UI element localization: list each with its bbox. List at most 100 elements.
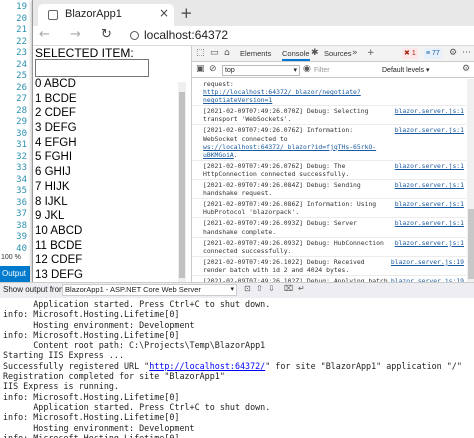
browser-tab[interactable]: BlazorApp1 × (38, 4, 174, 26)
console-message: [2021-02-09T07:49:26.086Z] Information: … (192, 199, 466, 219)
console-scroll-thumb[interactable] (468, 209, 474, 279)
previous-message-icon[interactable]: ⇧ (256, 284, 266, 295)
message-link[interactable]: ws://localhost:64372/_blazor?id=fjqTHs-6… (203, 143, 376, 159)
selected-item-label: SELECTED ITEM: (35, 46, 134, 60)
page-content: SELECTED ITEM: 0 ABCD 1 BCDE 2 CDEF 3 DEFG 4… (33, 46, 191, 282)
forward-arrow-icon[interactable]: → (70, 27, 81, 42)
new-tab-icon[interactable]: + (180, 4, 193, 22)
refresh-icon[interactable]: ↻ (101, 27, 112, 42)
more-tabs-icon[interactable]: » (352, 48, 358, 58)
line-number: 24 (16, 59, 27, 70)
error-count-badge[interactable]: ✖ 1 (402, 48, 418, 59)
list-item[interactable]: 5 FGHI (35, 150, 177, 165)
list-item[interactable]: 12 CDEF (35, 253, 177, 268)
code-editor[interactable]: 19 20 21 22 23 24 25 26 27 28 29 30 31 32 33 34 35 36 37 38… (0, 0, 34, 264)
line-number: 36 (16, 197, 27, 208)
source-link[interactable]: blazor.server.js:1 (395, 200, 464, 208)
console-message: request: http://localhost:64372/_blazor/… (192, 79, 466, 107)
tab-elements[interactable]: Elements (240, 49, 271, 58)
settings-icon[interactable]: ⚙ (449, 48, 457, 58)
line-number: 19 (16, 2, 27, 12)
output-link[interactable]: http://localhost:64372/ (149, 361, 265, 371)
list-item[interactable]: 11 BCDE (35, 239, 177, 254)
source-link[interactable]: blazor.server.js:1 (395, 126, 464, 134)
page-icon (48, 10, 58, 20)
site-info-icon[interactable] (130, 31, 139, 40)
line-number: 33 (16, 163, 27, 173)
device-toolbar-icon[interactable]: ▭ (210, 48, 219, 58)
source-link[interactable]: blazor.server.js:1 (395, 181, 464, 189)
message-link[interactable]: http://localhost:64372/_blazor/negotiate… (203, 88, 361, 104)
message-text: request: (203, 80, 238, 88)
list-item[interactable]: 2 CDEF (35, 106, 177, 121)
line-number: 32 (16, 151, 27, 162)
filter-input[interactable]: Filter (314, 65, 376, 76)
output-text-segment: Application started. Press Ctrl+C to shu… (3, 401, 271, 412)
list-item[interactable]: 4 EFGH (35, 136, 177, 151)
home-icon[interactable]: ⌂ (224, 48, 230, 58)
close-tab-icon[interactable]: × (159, 6, 169, 20)
clear-all-icon[interactable]: ⌧ (284, 284, 294, 295)
list-scrollbar[interactable] (178, 82, 186, 282)
output-text-segment: info: Microsoft.Hosting.Lifetime[0] (3, 432, 180, 438)
line-number: 35 (16, 186, 27, 196)
list-item[interactable]: 3 DEFG (35, 121, 177, 136)
find-icon[interactable]: ⊡ (244, 284, 254, 295)
source-link[interactable]: blazor.server.js:19 (391, 258, 464, 266)
items-list[interactable]: 0 ABCD 1 BCDE 2 CDEF 3 DEFG 4 EFGH 5 FGHI 6 GH… (35, 77, 177, 282)
console-message: [2021-02-09T07:49:26.084Z] Debug: Sendin… (192, 180, 466, 200)
output-line: Starting IIS Express ... (3, 350, 473, 360)
output-text-segment: Starting IIS Express ... (3, 350, 125, 361)
eye-icon[interactable]: ◉ (303, 64, 311, 74)
output-tab[interactable]: Output (0, 266, 30, 282)
output-text-segment: " for site "BlazorApp1" application "/" (265, 360, 462, 371)
list-item[interactable]: 13 DEFG (35, 268, 177, 282)
bug-icon[interactable]: ✱ (311, 48, 319, 58)
output-line: Hosting environment: Development (3, 320, 473, 330)
address-bar: ← → ↻ localhost:64372 (33, 26, 474, 46)
context-select[interactable]: top ▾ (222, 65, 300, 76)
output-text[interactable]: Application started. Press Ctrl+C to shu… (3, 299, 473, 438)
output-text-segment: IIS Express is running. (3, 381, 119, 392)
output-source-select[interactable]: BlazorApp1 - ASP.NET Core Web Server ▾ (62, 284, 237, 296)
chevron-down-icon: ▾ (230, 285, 234, 293)
console-message: [2021-02-09T07:49:26.076Z] Debug: The Ht… (192, 161, 466, 181)
zoom-level[interactable]: 100 % (0, 252, 34, 264)
console-log[interactable]: request: http://localhost:64372/_blazor/… (192, 79, 466, 282)
source-link[interactable]: blazor.server.js:1 (395, 239, 464, 247)
next-message-icon[interactable]: ⇩ (268, 284, 278, 295)
more-options-icon[interactable]: ⋯ (462, 48, 471, 58)
console-message-text: [2021-02-09T07:49:26.093Z] Debug: Server… (203, 219, 391, 235)
word-wrap-icon[interactable]: ↵ (298, 284, 308, 295)
inspect-icon[interactable]: ⬚ (196, 48, 205, 58)
source-link[interactable]: blazor.server.js:1 (395, 162, 464, 170)
tab-sources[interactable]: Sources (324, 49, 352, 58)
back-arrow-icon[interactable]: ← (39, 27, 50, 42)
url-field[interactable]: localhost:64372 (144, 28, 228, 42)
list-item[interactable]: 8 IJKL (35, 195, 177, 210)
clear-console-icon[interactable]: ⊘ (209, 64, 217, 74)
issue-count-badge[interactable]: ≡ 77 (424, 48, 442, 59)
console-scrollbar[interactable] (467, 79, 474, 282)
devtools-panel: ⬚ ▭ ⌂ Elements Console ✱ Sources » + ✖ 1… (191, 46, 474, 282)
list-item[interactable]: 0 ABCD (35, 77, 177, 92)
output-text-segment: info: Microsoft.Hosting.Lifetime[0] (3, 391, 180, 402)
source-link[interactable]: blazor.server.js:1 (395, 107, 464, 115)
selected-item-input[interactable] (35, 59, 149, 77)
tab-console[interactable]: Console (282, 49, 310, 61)
source-link[interactable]: blazor.server.js:1 (395, 219, 464, 227)
output-line: info: Microsoft.Hosting.Lifetime[0] (3, 392, 473, 402)
list-item[interactable]: 6 GHIJ (35, 165, 177, 180)
list-item[interactable]: 10 ABCD (35, 224, 177, 239)
line-number: 22 (16, 36, 27, 47)
list-scroll-thumb[interactable] (179, 92, 185, 278)
list-item[interactable]: 9 JKL (35, 209, 177, 224)
sidebar-toggle-icon[interactable]: ▣ (196, 64, 205, 74)
message-text: [2021-02-09T07:49:26.093Z] Debug: Server… (203, 219, 361, 236)
list-item[interactable]: 7 HIJK (35, 180, 177, 195)
add-tab-icon[interactable]: + (367, 48, 375, 58)
log-levels-select[interactable]: Default levels ▾ (382, 65, 429, 76)
devtools-tabs: ⬚ ▭ ⌂ Elements Console ✱ Sources » + ✖ 1… (192, 46, 474, 62)
gear-icon[interactable]: ⚙ (462, 64, 470, 74)
list-item[interactable]: 1 BCDE (35, 92, 177, 107)
